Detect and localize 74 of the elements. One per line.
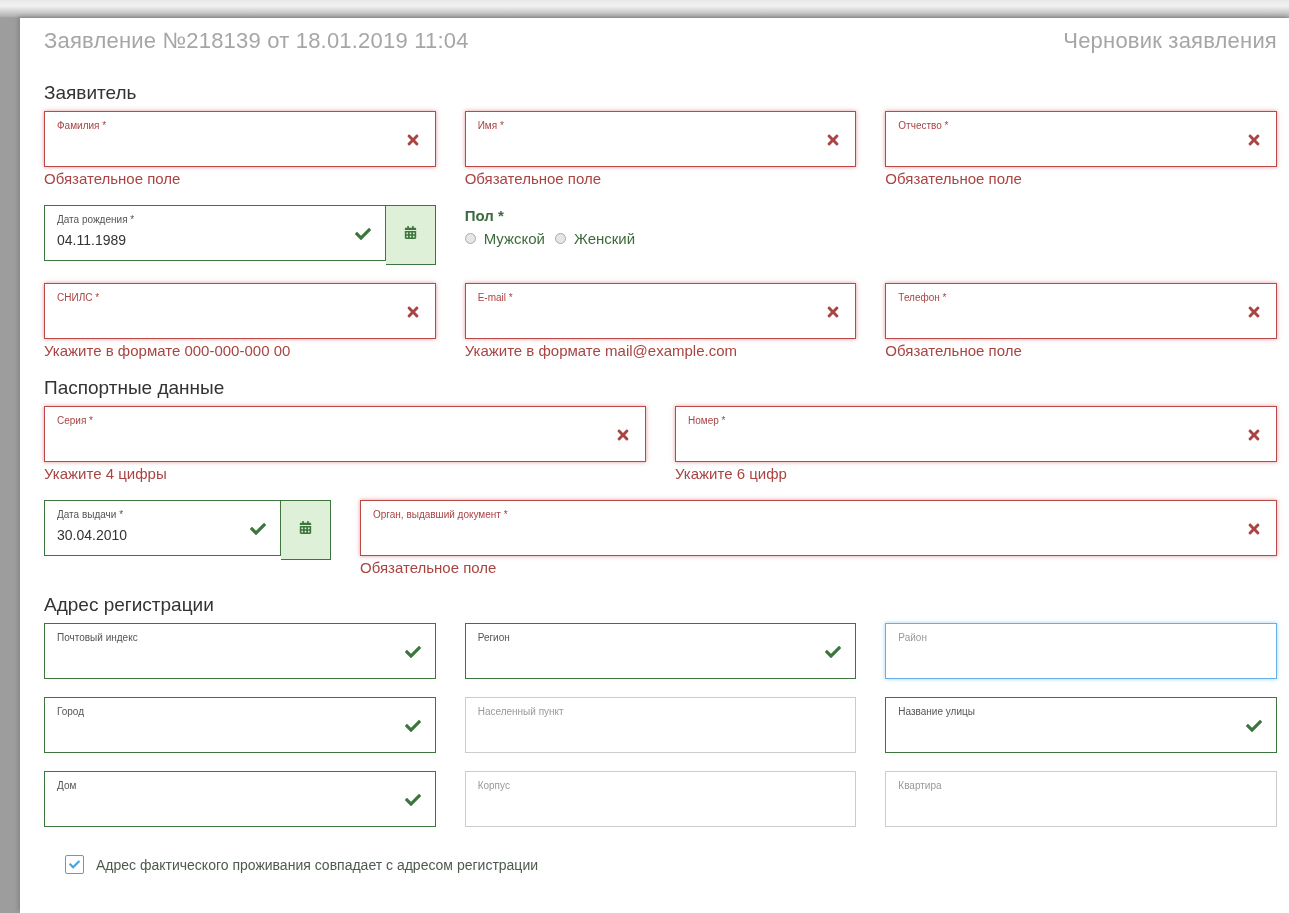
input-field[interactable]: Дата выдачи * 30.04.2010	[44, 500, 281, 556]
error-message: Обязательное поле	[44, 170, 182, 187]
input-field[interactable]: СНИЛС *	[44, 283, 436, 339]
section-heading: Паспортные данные	[44, 377, 226, 400]
field-label: Дата рождения *	[57, 214, 136, 225]
field-value: 30.04.2010	[57, 527, 128, 543]
section-heading: Адрес регистрации	[44, 594, 215, 617]
checkbox[interactable]	[65, 855, 84, 874]
section-heading: Заявитель	[44, 82, 138, 105]
check-icon	[825, 644, 842, 660]
field-label: Орган, выдавший документ *	[373, 509, 509, 520]
field-label: E-mail *	[477, 292, 514, 303]
radio-option[interactable]: Мужской	[464, 230, 545, 247]
page-title: Заявление №218139 от 18.01.2019 11:04	[44, 28, 469, 54]
input-field[interactable]: Название улицы	[885, 697, 1277, 753]
field-label: Имя *	[477, 120, 505, 131]
input-field[interactable]: Дата рождения * 04.11.1989	[44, 205, 386, 261]
check-icon	[404, 718, 421, 734]
calendar-icon	[299, 520, 312, 534]
input-field[interactable]: Телефон *	[885, 283, 1277, 339]
status-label: Черновик заявления	[1063, 28, 1277, 54]
field-label: Телефон *	[898, 292, 948, 303]
input-field[interactable]: Дом	[44, 771, 436, 827]
input-field[interactable]: Почтовый индекс	[44, 623, 436, 679]
field-label: Город	[57, 706, 86, 717]
input-field[interactable]: Город	[44, 697, 436, 753]
check-icon	[1246, 718, 1262, 734]
calendar-button[interactable]	[281, 500, 331, 560]
field-label: Населенный пункт	[477, 706, 565, 717]
field-label: Отчество *	[898, 120, 950, 131]
cross-icon	[615, 427, 631, 443]
field-label: Район	[898, 632, 928, 643]
input-field[interactable]: Имя *	[464, 111, 857, 167]
input-field[interactable]: Серия *	[44, 406, 646, 462]
field-label: СНИЛС *	[57, 292, 101, 303]
field-label: Серия *	[57, 415, 94, 426]
error-message: Обязательное поле	[464, 170, 603, 187]
field-label: Фамилия *	[57, 120, 108, 131]
error-message: Обязательное поле	[885, 342, 1023, 359]
cross-icon	[1246, 427, 1262, 443]
check-icon	[404, 644, 421, 660]
cross-icon	[1246, 304, 1262, 320]
check-icon	[250, 521, 266, 537]
gender-label: Пол *	[464, 207, 505, 224]
error-message: Обязательное поле	[885, 170, 1023, 187]
error-message: Укажите 6 цифр	[675, 465, 788, 482]
field-label: Квартира	[898, 780, 943, 791]
calendar-button[interactable]	[385, 205, 436, 265]
input-field[interactable]: E-mail *	[464, 283, 857, 339]
check-icon	[354, 226, 371, 242]
field-label: Дата выдачи *	[57, 509, 125, 520]
input-field[interactable]: Отчество *	[885, 111, 1277, 167]
field-label: Дом	[57, 780, 78, 791]
checkbox-label: Адрес фактического проживания совпадает с адресом регистрации	[96, 856, 539, 873]
input-field[interactable]: Номер *	[675, 406, 1277, 462]
calendar-icon	[403, 225, 417, 239]
field-value: 04.11.1989	[57, 232, 127, 248]
error-message: Укажите в формате mail@example.com	[464, 342, 738, 359]
error-message: Обязательное поле	[360, 559, 498, 576]
field-label: Название улицы	[898, 706, 976, 717]
field-label: Корпус	[477, 780, 511, 791]
input-field[interactable]: Регион	[464, 623, 857, 679]
input-field[interactable]: Фамилия *	[44, 111, 436, 167]
field-label: Регион	[477, 632, 511, 643]
field-label: Почтовый индекс	[57, 632, 139, 643]
input-field[interactable]: Орган, выдавший документ *	[360, 500, 1277, 556]
error-message: Укажите в формате 000-000-000 00	[44, 342, 292, 359]
check-icon	[404, 792, 421, 808]
radio-option[interactable]: Женский	[555, 230, 636, 247]
field-label: Номер *	[688, 415, 727, 426]
error-message: Укажите 4 цифры	[44, 465, 168, 482]
check-icon	[69, 859, 80, 870]
cross-icon	[1246, 521, 1262, 537]
cross-icon	[1246, 132, 1262, 148]
